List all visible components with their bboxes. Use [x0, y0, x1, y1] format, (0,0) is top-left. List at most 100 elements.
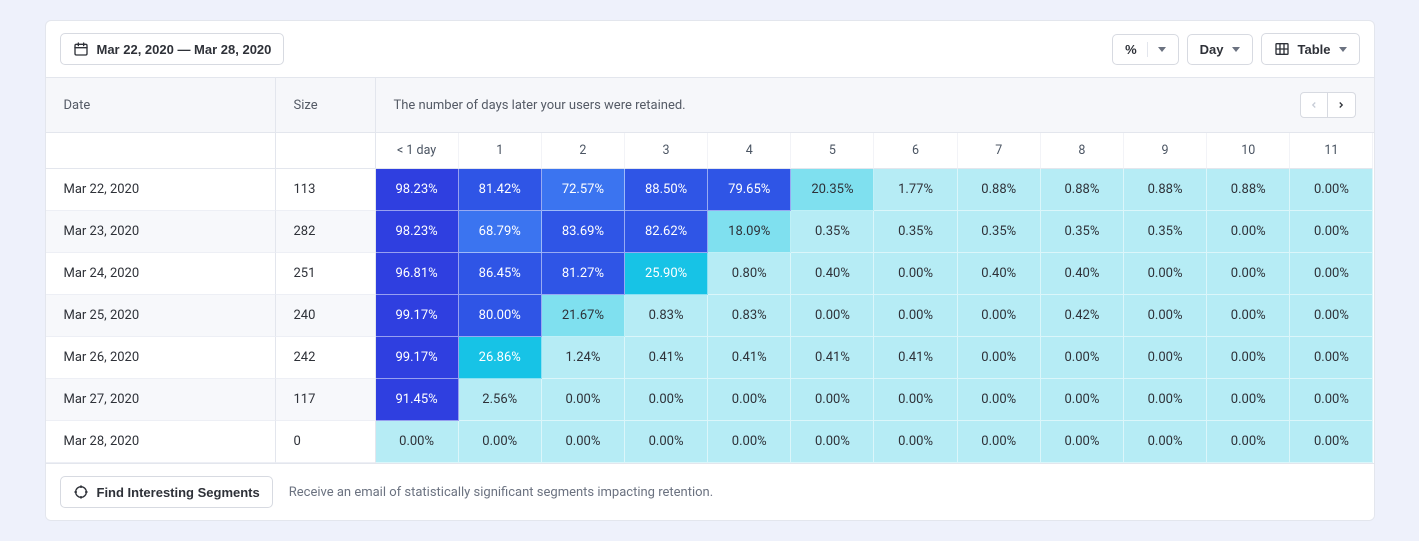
- retention-cell[interactable]: 0.00%: [1207, 379, 1290, 421]
- retention-cell[interactable]: 0.88%: [1124, 169, 1207, 211]
- retention-cell[interactable]: 68.79%: [459, 211, 542, 253]
- retention-cell[interactable]: 0.00%: [1207, 421, 1290, 463]
- granularity-dropdown[interactable]: Day: [1187, 34, 1253, 65]
- retention-cell[interactable]: 0.41%: [791, 337, 874, 379]
- retention-cell[interactable]: 0.00%: [1207, 253, 1290, 295]
- retention-cell[interactable]: 86.45%: [459, 253, 542, 295]
- retention-cell[interactable]: 72.57%: [542, 169, 625, 211]
- column-pager: [1300, 92, 1356, 118]
- retention-cell[interactable]: 80.00%: [459, 295, 542, 337]
- retention-cell[interactable]: 0.00%: [874, 421, 957, 463]
- retention-cell[interactable]: 0.88%: [1041, 169, 1124, 211]
- retention-cell[interactable]: 0.41%: [708, 337, 791, 379]
- retention-cell[interactable]: 0.00%: [1041, 421, 1124, 463]
- find-segments-button[interactable]: Find Interesting Segments: [60, 476, 273, 508]
- retention-cell[interactable]: 0.00%: [625, 421, 708, 463]
- retention-cell[interactable]: 0.35%: [1124, 211, 1207, 253]
- retention-cell[interactable]: 0.00%: [958, 295, 1041, 337]
- retention-cell[interactable]: 0.00%: [1290, 211, 1373, 253]
- retention-cell[interactable]: 0.41%: [874, 337, 957, 379]
- retention-cell[interactable]: 0.00%: [1124, 379, 1207, 421]
- retention-cell[interactable]: 1.24%: [542, 337, 625, 379]
- retention-cell[interactable]: 0.00%: [791, 379, 874, 421]
- retention-cell[interactable]: 0.35%: [958, 211, 1041, 253]
- retention-cell[interactable]: 0.00%: [1124, 253, 1207, 295]
- retention-cell[interactable]: 0.00%: [376, 421, 459, 463]
- retention-cell[interactable]: 0.00%: [1207, 337, 1290, 379]
- column-header-description: The number of days later your users were…: [394, 98, 686, 113]
- retention-cell[interactable]: 91.45%: [376, 379, 459, 421]
- retention-cell[interactable]: 88.50%: [625, 169, 708, 211]
- retention-cell[interactable]: 0.00%: [958, 337, 1041, 379]
- retention-cell[interactable]: 0.00%: [1290, 295, 1373, 337]
- retention-cell[interactable]: 0.00%: [874, 379, 957, 421]
- retention-cell[interactable]: 0.00%: [1124, 421, 1207, 463]
- retention-cell[interactable]: 0.00%: [1290, 253, 1373, 295]
- retention-cell[interactable]: 0.00%: [708, 379, 791, 421]
- day-column-header: 10: [1207, 133, 1290, 169]
- retention-cell[interactable]: 0.00%: [1041, 379, 1124, 421]
- retention-cell[interactable]: 0.83%: [708, 295, 791, 337]
- retention-cell[interactable]: 0.35%: [874, 211, 957, 253]
- retention-cell[interactable]: 0.00%: [542, 421, 625, 463]
- retention-cell[interactable]: 0.00%: [1124, 337, 1207, 379]
- retention-cell[interactable]: 0.00%: [874, 253, 957, 295]
- retention-cell[interactable]: 0.00%: [1124, 295, 1207, 337]
- retention-cell[interactable]: 0.83%: [625, 295, 708, 337]
- retention-cell[interactable]: 0.00%: [625, 379, 708, 421]
- table-header-row: Date Size The number of days later your …: [46, 77, 1374, 133]
- retention-cell[interactable]: 1.77%: [874, 169, 957, 211]
- retention-cell[interactable]: 98.23%: [376, 169, 459, 211]
- retention-cell[interactable]: 0.88%: [958, 169, 1041, 211]
- retention-cell[interactable]: 81.42%: [459, 169, 542, 211]
- pager-next-button[interactable]: [1328, 92, 1356, 118]
- value-mode-dropdown[interactable]: %: [1112, 34, 1179, 65]
- retention-cell[interactable]: 0.00%: [708, 421, 791, 463]
- retention-cell[interactable]: 26.86%: [459, 337, 542, 379]
- retention-cell[interactable]: 0.00%: [459, 421, 542, 463]
- retention-cell[interactable]: 96.81%: [376, 253, 459, 295]
- retention-cell[interactable]: 0.00%: [1207, 211, 1290, 253]
- retention-cell[interactable]: 0.40%: [791, 253, 874, 295]
- retention-cell[interactable]: 0.00%: [1290, 421, 1373, 463]
- retention-cell[interactable]: 0.42%: [1041, 295, 1124, 337]
- retention-cell[interactable]: 0.00%: [791, 295, 874, 337]
- retention-cell[interactable]: 0.35%: [1041, 211, 1124, 253]
- retention-cell[interactable]: 0.00%: [1290, 337, 1373, 379]
- chevron-right-icon: [1336, 100, 1346, 110]
- row-date: Mar 22, 2020: [46, 169, 276, 211]
- panel-footer: Find Interesting Segments Receive an ema…: [46, 463, 1374, 520]
- retention-cell[interactable]: 25.90%: [625, 253, 708, 295]
- retention-cell[interactable]: 0.00%: [1290, 169, 1373, 211]
- retention-cell[interactable]: 21.67%: [542, 295, 625, 337]
- chevron-down-icon: [1232, 47, 1240, 52]
- retention-cell[interactable]: 0.00%: [791, 421, 874, 463]
- retention-cell[interactable]: 20.35%: [791, 169, 874, 211]
- retention-cell[interactable]: 79.65%: [708, 169, 791, 211]
- retention-cell[interactable]: 83.69%: [542, 211, 625, 253]
- retention-cell[interactable]: 0.88%: [1207, 169, 1290, 211]
- retention-cell[interactable]: 0.40%: [958, 253, 1041, 295]
- retention-cell[interactable]: 0.41%: [625, 337, 708, 379]
- retention-cell[interactable]: 0.35%: [791, 211, 874, 253]
- retention-cell[interactable]: 82.62%: [625, 211, 708, 253]
- date-range-picker[interactable]: Mar 22, 2020 — Mar 28, 2020: [60, 33, 285, 65]
- retention-cell[interactable]: 0.00%: [958, 421, 1041, 463]
- retention-cell[interactable]: 0.00%: [542, 379, 625, 421]
- retention-cell[interactable]: 99.17%: [376, 337, 459, 379]
- retention-cell[interactable]: 18.09%: [708, 211, 791, 253]
- row-date: Mar 25, 2020: [46, 295, 276, 337]
- retention-cell[interactable]: 99.17%: [376, 295, 459, 337]
- retention-cell[interactable]: 0.00%: [1041, 337, 1124, 379]
- retention-cell[interactable]: 0.80%: [708, 253, 791, 295]
- retention-cell[interactable]: 81.27%: [542, 253, 625, 295]
- view-dropdown[interactable]: Table: [1261, 33, 1360, 65]
- retention-cell[interactable]: 0.00%: [958, 379, 1041, 421]
- retention-cell[interactable]: 0.40%: [1041, 253, 1124, 295]
- retention-cell[interactable]: 0.00%: [1290, 379, 1373, 421]
- retention-cell[interactable]: 98.23%: [376, 211, 459, 253]
- retention-cell[interactable]: 0.00%: [874, 295, 957, 337]
- retention-cell[interactable]: 2.56%: [459, 379, 542, 421]
- retention-cell[interactable]: 0.00%: [1207, 295, 1290, 337]
- pager-prev-button[interactable]: [1300, 92, 1328, 118]
